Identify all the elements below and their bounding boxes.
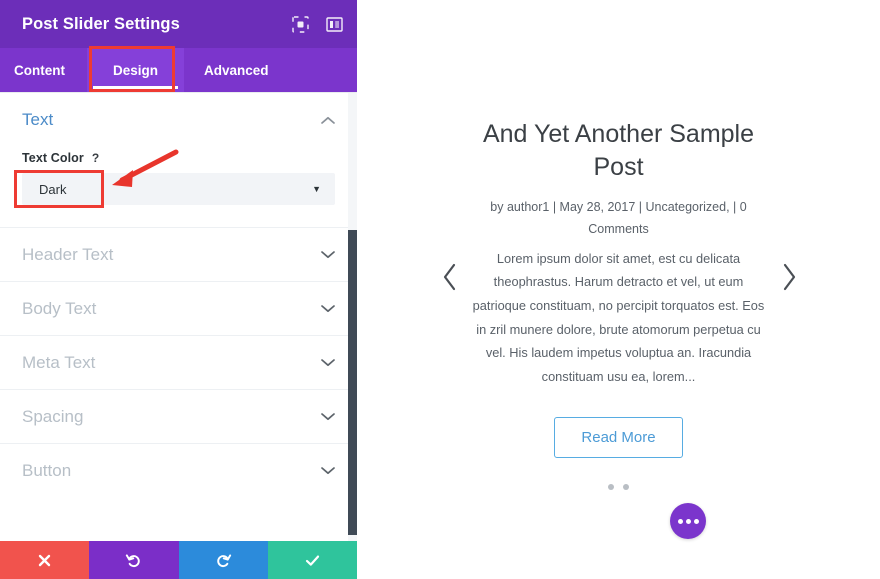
chevron-down-icon[interactable] <box>321 250 335 259</box>
cancel-button[interactable] <box>0 541 89 579</box>
read-more-button[interactable]: Read More <box>554 417 682 458</box>
section-text: Text Text Color ? Dark ▼ <box>0 93 357 227</box>
slider-prev-button[interactable] <box>439 262 461 292</box>
panel-titlebar-icons <box>292 16 343 33</box>
check-icon <box>304 552 321 569</box>
slide: And Yet Another Sample Post by author1 |… <box>357 0 880 490</box>
text-color-select-value: Dark <box>39 182 312 197</box>
section-spacing-title: Spacing <box>22 407 83 427</box>
post-body: Lorem ipsum dolor sit amet, est cu delic… <box>473 247 765 389</box>
chevron-down-icon[interactable] <box>321 304 335 313</box>
pagination-dot[interactable] <box>623 484 629 490</box>
post-title: And Yet Another Sample Post <box>469 118 769 183</box>
undo-button[interactable] <box>89 541 178 579</box>
tab-advanced[interactable]: Advanced <box>184 48 289 92</box>
section-header-text[interactable]: Header Text <box>0 227 357 281</box>
settings-panel: Post Slider Settings <box>0 0 357 579</box>
chevron-right-icon <box>778 262 800 292</box>
section-meta-text-title: Meta Text <box>22 353 95 373</box>
panel-title: Post Slider Settings <box>22 15 292 34</box>
slider-pagination <box>417 484 820 490</box>
ellipsis-icon <box>694 519 699 524</box>
save-button[interactable] <box>268 541 357 579</box>
text-color-select[interactable]: Dark ▼ <box>22 173 335 205</box>
field-text-color-labelrow: Text Color ? <box>22 151 335 165</box>
field-text-color-label: Text Color <box>22 151 84 165</box>
sidebar-scrollbar-track[interactable] <box>348 93 357 541</box>
tab-advanced-label: Advanced <box>204 63 269 78</box>
section-button[interactable]: Button <box>0 443 357 497</box>
chevron-left-icon <box>439 262 461 292</box>
ellipsis-icon <box>686 519 691 524</box>
panel-scroll-body: Text Text Color ? Dark ▼ <box>0 92 357 541</box>
post-slider-preview: And Yet Another Sample Post by author1 |… <box>357 0 880 579</box>
pagination-dot[interactable] <box>608 484 614 490</box>
redo-icon <box>215 552 232 569</box>
post-meta: by author1 | May 28, 2017 | Uncategorize… <box>469 197 769 241</box>
section-header-text-title: Header Text <box>22 245 113 265</box>
chevron-down-icon[interactable] <box>321 358 335 367</box>
divi-builder-screen: Post Slider Settings <box>0 0 880 579</box>
chevron-down-icon[interactable] <box>321 412 335 421</box>
section-meta-text[interactable]: Meta Text <box>0 335 357 389</box>
section-body-text[interactable]: Body Text <box>0 281 357 335</box>
tab-content-label: Content <box>14 63 65 78</box>
section-spacing[interactable]: Spacing <box>0 389 357 443</box>
section-button-title: Button <box>22 461 71 481</box>
chevron-down-icon[interactable]: ▼ <box>312 185 321 194</box>
builder-fab-button[interactable] <box>670 503 706 539</box>
help-icon[interactable]: ? <box>92 152 99 164</box>
ellipsis-icon <box>678 519 683 524</box>
slider-next-button[interactable] <box>778 262 800 292</box>
sidebar-scrollbar-thumb[interactable] <box>348 230 357 535</box>
panel-tabs: Content Design Advanced <box>0 48 357 92</box>
tab-design-label: Design <box>113 63 158 78</box>
fullscreen-icon[interactable] <box>292 16 309 33</box>
close-icon <box>37 553 52 568</box>
chevron-down-icon[interactable] <box>321 466 335 475</box>
section-text-title: Text <box>22 110 53 130</box>
section-text-header[interactable]: Text <box>0 93 357 147</box>
tab-design[interactable]: Design <box>87 48 184 92</box>
layout-columns-icon[interactable] <box>326 16 343 33</box>
panel-action-bar <box>0 541 357 579</box>
section-body-text-title: Body Text <box>22 299 96 319</box>
field-text-color: Text Color ? Dark ▼ <box>0 147 357 227</box>
redo-button[interactable] <box>179 541 268 579</box>
chevron-up-icon[interactable] <box>321 116 335 125</box>
panel-titlebar: Post Slider Settings <box>0 0 357 48</box>
undo-icon <box>125 552 142 569</box>
tab-content[interactable]: Content <box>0 48 87 92</box>
